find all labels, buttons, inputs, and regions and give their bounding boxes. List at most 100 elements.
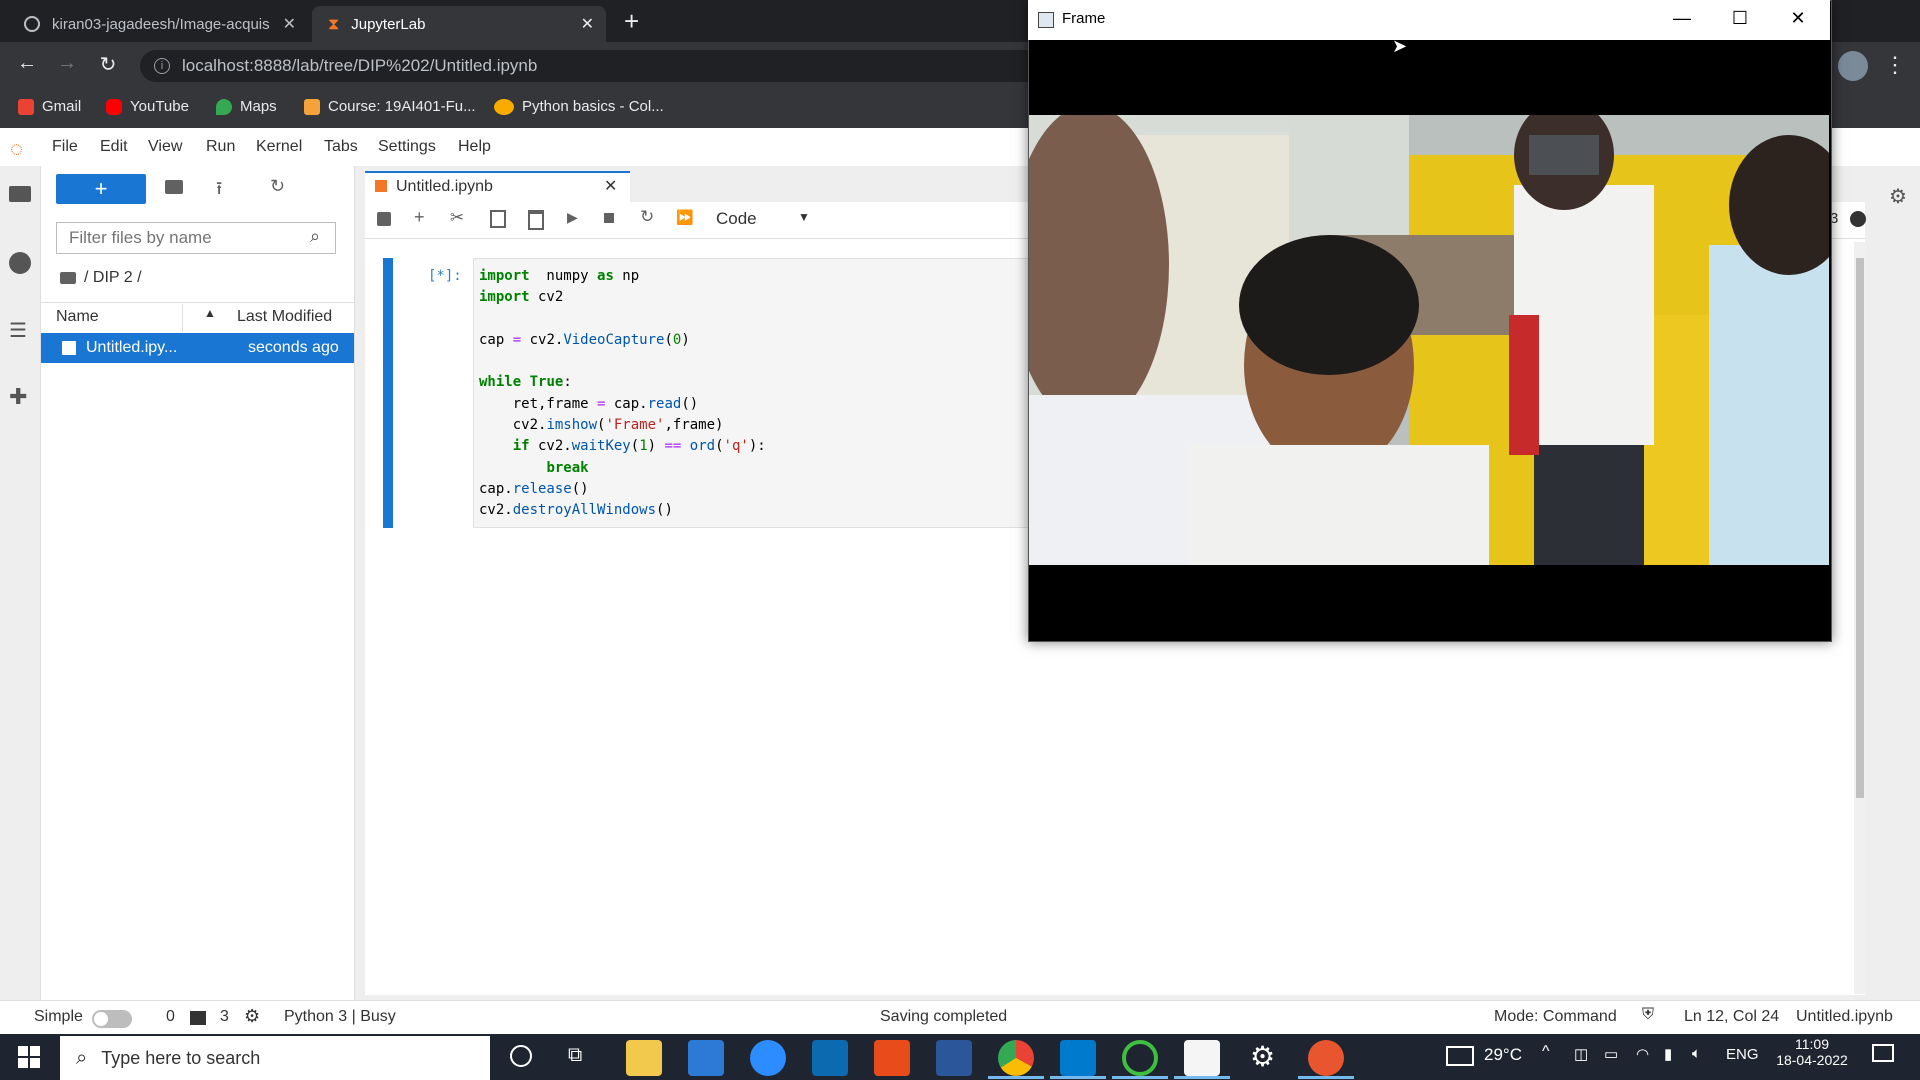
cursor-position[interactable]: Ln 12, Col 24: [1684, 1008, 1779, 1026]
weather-icon[interactable]: [1446, 1046, 1474, 1066]
new-folder-icon[interactable]: [165, 180, 183, 194]
info-icon[interactable]: i: [154, 58, 170, 74]
code-line: break: [479, 458, 766, 479]
bookmark-colab[interactable]: Python basics - Col...: [494, 98, 664, 115]
breadcrumb[interactable]: / DIP 2 /: [84, 269, 142, 287]
close-window-icon[interactable]: ✕: [1776, 8, 1820, 29]
meet-now-icon[interactable]: ◫: [1574, 1045, 1588, 1063]
wifi-icon[interactable]: ◠: [1636, 1045, 1649, 1063]
maximize-icon[interactable]: ☐: [1718, 8, 1762, 29]
cut-icon[interactable]: ✂: [450, 208, 464, 228]
notebook-tab-icon: [375, 180, 387, 192]
column-header-modified[interactable]: Last Modified: [237, 308, 332, 326]
stop-icon[interactable]: [604, 213, 614, 223]
file-name[interactable]: Untitled.ipy...: [86, 339, 177, 357]
settings-gear-icon[interactable]: ⚙: [1250, 1040, 1275, 1073]
copy-icon[interactable]: [490, 210, 506, 228]
word-icon[interactable]: [936, 1040, 972, 1076]
run-icon[interactable]: ▶: [567, 209, 578, 226]
code-token: np: [613, 268, 640, 284]
refresh-icon[interactable]: ↻: [270, 176, 285, 197]
running-sessions-icon[interactable]: [9, 252, 31, 274]
file-explorer-icon[interactable]: [626, 1040, 662, 1076]
new-tab-button[interactable]: +: [624, 6, 639, 37]
mail-icon[interactable]: [688, 1040, 724, 1076]
close-tab-icon[interactable]: ✕: [283, 14, 296, 34]
code-line: cv2.destroyAllWindows(): [479, 500, 766, 521]
volume-icon[interactable]: 🔈︎: [1692, 1045, 1701, 1062]
property-inspector-gear-icon[interactable]: ⚙: [1889, 184, 1907, 209]
bookmark-course[interactable]: Course: 19AI401-Fu...: [304, 98, 476, 115]
frame-window-titlebar[interactable]: [1028, 0, 1830, 40]
clock[interactable]: 11:09 18-04-2022: [1772, 1036, 1852, 1068]
bookmark-youtube[interactable]: YouTube: [106, 98, 189, 115]
language-indicator[interactable]: ENG: [1726, 1046, 1759, 1063]
menu-help[interactable]: Help: [458, 138, 491, 156]
temperature[interactable]: 29°C: [1484, 1045, 1522, 1065]
anaconda-icon[interactable]: [1122, 1040, 1158, 1076]
extensions-puzzle-icon[interactable]: ✚: [9, 384, 27, 410]
python-app-icon[interactable]: [1308, 1040, 1344, 1076]
taskbar-search-box[interactable]: ⌕ Type here to search: [60, 1036, 490, 1080]
menu-edit[interactable]: Edit: [100, 138, 128, 156]
bookmark-maps[interactable]: Maps: [216, 98, 277, 115]
forward-button[interactable]: →: [52, 52, 82, 75]
code-line: import numpy as np: [479, 266, 766, 287]
browser-tab-github[interactable]: kiran03-jagadeesh/Image-acquis ✕: [8, 6, 308, 42]
bookmark-gmail[interactable]: Gmail: [18, 98, 81, 115]
insert-cell-icon[interactable]: +: [414, 207, 425, 228]
task-view-icon[interactable]: ⧉: [568, 1044, 582, 1067]
minimize-icon[interactable]: —: [1660, 8, 1704, 29]
browser-menu-icon[interactable]: ⋮: [1884, 52, 1906, 78]
code-token: 'q': [723, 438, 749, 455]
paste-icon[interactable]: [528, 210, 544, 230]
display-icon[interactable]: ▭: [1604, 1045, 1618, 1063]
battery-icon[interactable]: ▮: [1664, 1045, 1672, 1063]
menu-tabs[interactable]: Tabs: [324, 138, 358, 156]
menu-kernel[interactable]: Kernel: [256, 138, 302, 156]
cortana-icon[interactable]: [510, 1045, 532, 1067]
menu-run[interactable]: Run: [206, 138, 235, 156]
code-line: cap = cv2.VideoCapture(0): [479, 330, 766, 351]
column-header-name[interactable]: Name: [56, 308, 99, 326]
code-token: while: [479, 374, 522, 391]
close-tab-icon[interactable]: ✕: [581, 14, 594, 34]
notifications-icon[interactable]: [1872, 1044, 1894, 1062]
new-launcher-button[interactable]: +: [56, 174, 146, 204]
dell-app-icon[interactable]: [812, 1040, 848, 1076]
reload-button[interactable]: ↻: [93, 52, 123, 77]
close-notebook-tab-icon[interactable]: ✕: [604, 176, 617, 196]
table-of-contents-icon[interactable]: ☰: [9, 318, 27, 343]
profile-avatar[interactable]: [1838, 51, 1868, 81]
show-hidden-icons-chevron-icon[interactable]: ^: [1542, 1043, 1550, 1061]
browser-tab-jupyterlab[interactable]: ⧗ JupyterLab ✕: [312, 6, 606, 42]
scrollbar-thumb[interactable]: [1856, 258, 1864, 798]
back-button[interactable]: ←: [12, 52, 42, 75]
restart-kernel-icon[interactable]: ↻: [640, 207, 654, 227]
folder-icon[interactable]: [9, 186, 31, 202]
chevron-down-icon[interactable]: ▼: [798, 210, 810, 224]
fast-forward-icon[interactable]: ⏩: [676, 209, 693, 226]
code-token: imshow: [546, 417, 598, 434]
code-token: :: [563, 374, 572, 391]
filter-files-input[interactable]: [56, 222, 336, 254]
cell-type-select[interactable]: Code: [716, 209, 757, 229]
menu-settings[interactable]: Settings: [378, 138, 436, 156]
code-token: break: [546, 459, 589, 476]
menu-file[interactable]: File: [52, 138, 78, 156]
save-icon[interactable]: [377, 212, 391, 226]
upload-icon[interactable]: ⭱: [216, 176, 222, 206]
windows-start-icon[interactable]: [18, 1046, 40, 1068]
notepad-icon[interactable]: [1184, 1040, 1220, 1076]
office-icon[interactable]: [874, 1040, 910, 1076]
vscode-icon[interactable]: [1060, 1040, 1096, 1076]
chrome-icon[interactable]: [998, 1040, 1034, 1076]
menu-view[interactable]: View: [148, 138, 182, 156]
zoom-icon[interactable]: [750, 1040, 786, 1076]
code-token: cv2.: [479, 417, 547, 434]
code-token: (): [681, 395, 699, 412]
cell-selection-bar[interactable]: [383, 258, 393, 528]
sort-ascending-icon[interactable]: ▲: [204, 306, 216, 320]
kernel-status[interactable]: Python 3 | Busy: [284, 1008, 396, 1026]
breadcrumb-folder-icon[interactable]: [60, 272, 76, 284]
